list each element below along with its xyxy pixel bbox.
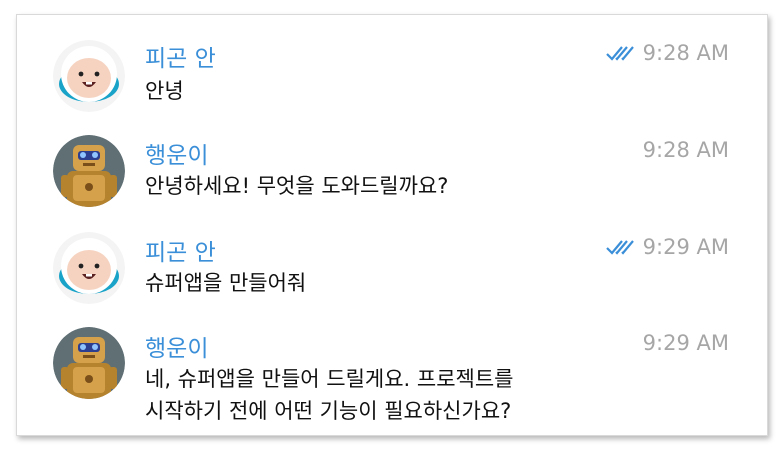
message-time: 9:28 AM [605,41,729,65]
time-label: 9:28 AM [642,138,729,162]
robot-avatar[interactable] [53,135,125,207]
double-check-icon [605,46,634,61]
sender-name[interactable]: 행운이 [145,136,208,170]
message-text: 안녕하세요! 무엇을 도와드릴까요? [145,174,449,198]
message-time: 9:28 AM [643,138,729,162]
finn-avatar[interactable] [53,40,125,112]
double-check-icon [605,240,634,255]
message-time: 9:29 AM [605,235,729,259]
time-label: 9:29 AM [642,235,729,259]
message-text: 슈퍼앱을 만들어줘 [145,271,307,295]
sender-name[interactable]: 피곤 안 [145,39,216,73]
time-label: 9:29 AM [642,331,729,355]
message-time: 9:29 AM [643,331,729,355]
message-text: 네, 슈퍼앱을 만들어 드릴게요. 프로젝트를 [145,367,514,391]
robot-avatar[interactable] [53,327,125,399]
message-text: 안녕 [145,79,184,103]
finn-avatar[interactable] [53,232,125,304]
sender-name[interactable]: 피곤 안 [145,233,216,267]
sender-name[interactable]: 행운이 [145,329,208,363]
chat-window: 피곤 안 9:28 AM 안녕 행운이 9:28 AM 안녕하세요! 무엇을 도… [16,14,768,436]
time-label: 9:28 AM [642,41,729,65]
message-text: 시작하기 전에 어떤 기능이 필요하신가요? [145,399,512,423]
